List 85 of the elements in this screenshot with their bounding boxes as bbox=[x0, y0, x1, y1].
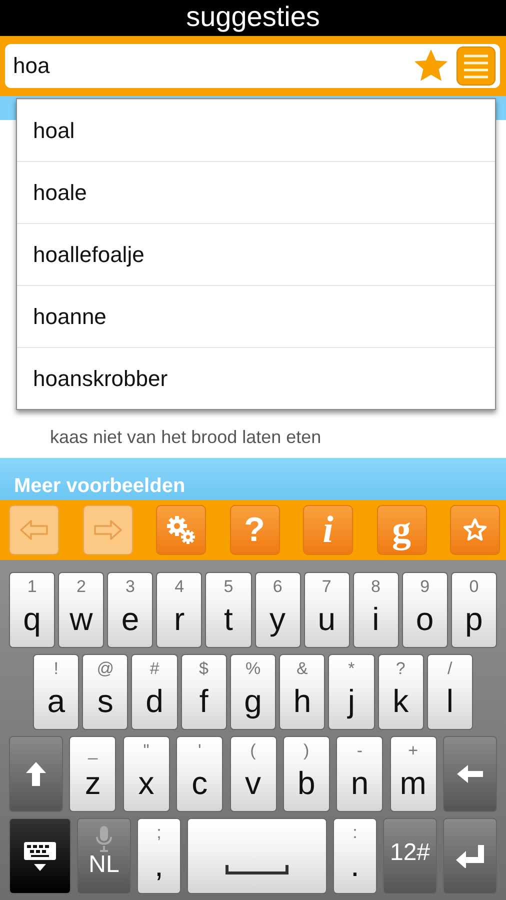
key-hint: 9 bbox=[419, 577, 431, 597]
left-arrow-icon bbox=[456, 764, 484, 784]
key[interactable]: ? k bbox=[378, 654, 424, 730]
key-hint: : bbox=[352, 823, 358, 843]
key[interactable]: ; , bbox=[137, 818, 181, 894]
key-hint: @ bbox=[96, 659, 115, 679]
settings-button[interactable] bbox=[156, 505, 206, 555]
menu-icon[interactable] bbox=[456, 46, 496, 86]
key-hint: 7 bbox=[320, 577, 332, 597]
key[interactable]: _ z bbox=[69, 736, 116, 812]
enter-icon bbox=[455, 844, 485, 868]
key[interactable]: 1 q bbox=[9, 572, 56, 648]
section-header: Meer voorbeelden bbox=[14, 475, 186, 498]
key-hint: + bbox=[407, 741, 420, 761]
suggestion-item[interactable]: hoallefoalje bbox=[17, 223, 495, 285]
key-hint: & bbox=[296, 659, 309, 679]
key-hint: $ bbox=[198, 659, 210, 679]
suggestion-item[interactable]: hoale bbox=[17, 161, 495, 223]
symbols-key[interactable]: 12# bbox=[383, 818, 437, 894]
favorites-button[interactable] bbox=[450, 505, 500, 555]
suggestion-item[interactable]: hoanskrobber bbox=[17, 347, 495, 409]
star-icon bbox=[462, 517, 488, 543]
key[interactable]: + m bbox=[390, 736, 437, 812]
key[interactable]: % g bbox=[230, 654, 276, 730]
key[interactable]: 9 o bbox=[402, 572, 448, 648]
key[interactable]: # d bbox=[131, 654, 178, 730]
example-text: kaas niet van het brood laten eten bbox=[50, 427, 322, 448]
key-hint: 3 bbox=[124, 577, 136, 597]
hide-keyboard-key[interactable] bbox=[9, 818, 71, 894]
backspace-key[interactable] bbox=[443, 736, 497, 812]
key[interactable]: @ s bbox=[82, 654, 128, 730]
key[interactable]: - n bbox=[336, 736, 384, 812]
key[interactable]: $ f bbox=[180, 654, 227, 730]
key[interactable]: 0 p bbox=[450, 572, 497, 648]
key-hint: ' bbox=[197, 741, 202, 761]
right-arrow-icon bbox=[92, 519, 122, 541]
keyboard-icon bbox=[22, 840, 58, 872]
key-hint: _ bbox=[86, 741, 99, 761]
enter-key[interactable] bbox=[443, 818, 497, 894]
key[interactable]: 6 y bbox=[254, 572, 301, 648]
key-hint: # bbox=[148, 659, 160, 679]
key-hint: ) bbox=[302, 741, 310, 761]
screen-title: suggesties bbox=[186, 1, 320, 32]
shift-key[interactable] bbox=[9, 736, 63, 812]
key[interactable]: 7 u bbox=[304, 572, 350, 648]
up-arrow-icon bbox=[25, 761, 47, 787]
key-hint: " bbox=[142, 741, 150, 761]
key[interactable]: : . bbox=[333, 818, 377, 894]
key-hint: 4 bbox=[174, 577, 186, 597]
key[interactable]: & h bbox=[279, 654, 326, 730]
key[interactable]: * j bbox=[328, 654, 375, 730]
key[interactable]: ( v bbox=[230, 736, 276, 812]
language-key[interactable]: NL bbox=[77, 818, 131, 894]
key[interactable]: 4 r bbox=[156, 572, 202, 648]
space-icon bbox=[225, 863, 289, 875]
key-hint: 6 bbox=[272, 577, 284, 597]
key-hint: ! bbox=[52, 659, 60, 679]
left-arrow-icon bbox=[19, 519, 49, 541]
key-hint: 0 bbox=[468, 577, 480, 597]
key-hint: 5 bbox=[222, 577, 234, 597]
settings-icon bbox=[165, 514, 197, 546]
key-hint: - bbox=[356, 741, 364, 761]
key[interactable]: 5 t bbox=[205, 572, 252, 648]
key[interactable]: 8 i bbox=[352, 572, 399, 648]
key-hint: 1 bbox=[26, 577, 38, 597]
microphone-icon bbox=[96, 825, 112, 853]
key-hint: 8 bbox=[370, 577, 382, 597]
key[interactable]: 3 e bbox=[107, 572, 154, 648]
search-box[interactable]: hoa bbox=[5, 44, 500, 88]
key[interactable]: 2 w bbox=[58, 572, 104, 648]
key-hint: ? bbox=[394, 659, 406, 679]
space-key[interactable] bbox=[187, 818, 327, 894]
key-hint: ( bbox=[249, 741, 257, 761]
key[interactable]: " x bbox=[122, 736, 170, 812]
key-hint: ; bbox=[156, 823, 162, 843]
suggestion-item[interactable]: hoanne bbox=[17, 285, 495, 347]
key[interactable]: ) b bbox=[282, 736, 330, 812]
key-hint: * bbox=[347, 659, 356, 679]
key[interactable]: ' c bbox=[176, 736, 224, 812]
key[interactable]: ! a bbox=[33, 654, 80, 730]
key[interactable]: / l bbox=[426, 654, 473, 730]
key-hint: % bbox=[244, 659, 262, 679]
key-hint: / bbox=[446, 659, 454, 679]
suggestion-item[interactable]: hoal bbox=[17, 99, 495, 161]
key-hint: 2 bbox=[75, 577, 87, 597]
